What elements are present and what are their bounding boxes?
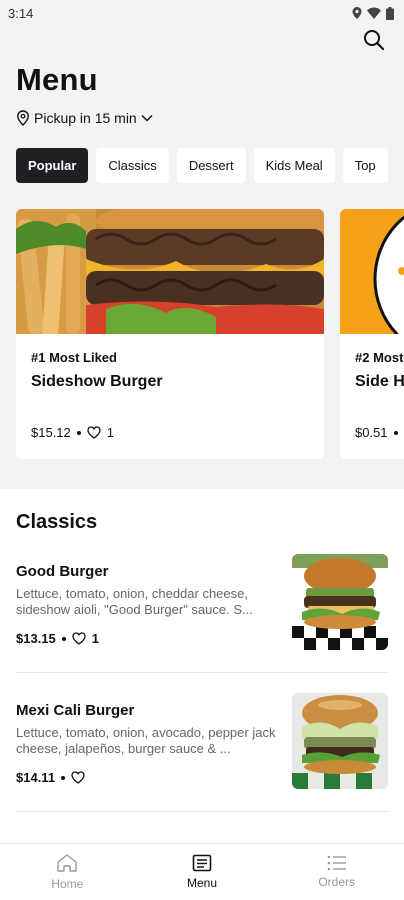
sideshow-burger-image xyxy=(16,209,324,334)
featured-name: Side H xyxy=(355,373,404,390)
location-status-icon xyxy=(352,7,362,19)
menu-item-price: $13.15 xyxy=(16,631,56,646)
heart-icon xyxy=(71,771,85,784)
featured-rank: #1 Most Liked xyxy=(31,350,117,365)
menu-item-meta: $13.15 1 xyxy=(16,631,278,646)
menu-item[interactable]: Good Burger Lettuce, tomato, onion, ched… xyxy=(0,554,404,650)
nav-orders-label: Orders xyxy=(318,875,356,889)
category-tabs: Popular Classics Dessert Kids Meal Top xyxy=(0,148,404,183)
status-time: 3:14 xyxy=(8,5,34,21)
menu-item-name: Mexi Cali Burger xyxy=(16,702,135,719)
search-icon xyxy=(364,30,385,51)
featured-card[interactable]: #2 Most Side H $0.51 xyxy=(340,209,404,459)
header-actions xyxy=(0,26,404,62)
classics-section: Classics Good Burger Lettuce, tomato, on… xyxy=(0,489,404,900)
separator-dot xyxy=(393,430,398,435)
wifi-icon xyxy=(367,7,381,19)
nav-home-label: Home xyxy=(51,877,84,891)
featured-card[interactable]: #1 Most Liked Sideshow Burger $15.12 1 xyxy=(16,209,324,459)
section-title: Classics xyxy=(16,511,98,533)
separator-dot xyxy=(76,430,81,435)
menu-item-info: Mexi Cali Burger Lettuce, tomato, onion,… xyxy=(16,693,292,789)
side-item-image xyxy=(340,209,404,334)
pickup-selector[interactable]: Pickup in 15 min xyxy=(0,110,404,126)
chevron-down-icon xyxy=(141,114,153,122)
menu-item-info: Good Burger Lettuce, tomato, onion, ched… xyxy=(16,554,292,650)
good-burger-image xyxy=(292,554,388,650)
divider xyxy=(16,811,388,812)
featured-price: $15.12 xyxy=(31,425,71,440)
menu-item[interactable]: Mexi Cali Burger Lettuce, tomato, onion,… xyxy=(0,693,404,789)
featured-meta: $15.12 1 xyxy=(31,425,324,440)
featured-price: $0.51 xyxy=(355,425,388,440)
menu-item-meta: $14.11 xyxy=(16,770,278,785)
tab-dessert[interactable]: Dessert xyxy=(176,148,246,183)
menu-item-likes: 1 xyxy=(91,631,99,646)
pickup-label: Pickup in 15 min xyxy=(34,110,137,126)
list-icon xyxy=(327,855,346,871)
featured-meta: $0.51 xyxy=(355,425,404,440)
location-pin-icon xyxy=(17,110,29,126)
tab-classics[interactable]: Classics xyxy=(96,148,169,183)
featured-rank: #2 Most xyxy=(355,350,404,365)
nav-orders[interactable]: Orders xyxy=(269,844,404,900)
page-title: Menu xyxy=(16,62,98,97)
nav-home[interactable]: Home xyxy=(0,844,135,900)
separator-dot xyxy=(61,775,66,780)
status-bar: 3:14 xyxy=(0,0,404,26)
featured-carousel: #1 Most Liked Sideshow Burger $15.12 1 #… xyxy=(0,209,404,459)
search-button[interactable] xyxy=(360,26,388,54)
menu-item-description: Lettuce, tomato, onion, avocado, pepper … xyxy=(16,725,276,756)
tab-kids-meal[interactable]: Kids Meal xyxy=(253,148,335,183)
separator-dot xyxy=(61,636,66,641)
heart-icon xyxy=(87,426,101,439)
nav-menu[interactable]: Menu xyxy=(135,844,270,900)
bottom-nav: Home Menu Orders xyxy=(0,843,404,900)
tab-top[interactable]: Top xyxy=(342,148,388,183)
menu-item-price: $14.11 xyxy=(16,770,56,785)
status-icons xyxy=(352,6,394,20)
nav-menu-label: Menu xyxy=(186,876,218,890)
menu-item-name: Good Burger xyxy=(16,563,109,580)
menu-item-description: Lettuce, tomato, onion, cheddar cheese, … xyxy=(16,586,253,617)
featured-likes: 1 xyxy=(106,425,114,440)
mexi-cali-burger-image xyxy=(292,693,388,789)
battery-icon xyxy=(386,6,394,20)
featured-name: Sideshow Burger xyxy=(31,373,163,390)
home-icon xyxy=(57,854,78,872)
heart-icon xyxy=(72,632,86,645)
divider xyxy=(16,672,388,673)
tab-popular[interactable]: Popular xyxy=(16,148,89,183)
menu-book-icon xyxy=(192,854,212,872)
